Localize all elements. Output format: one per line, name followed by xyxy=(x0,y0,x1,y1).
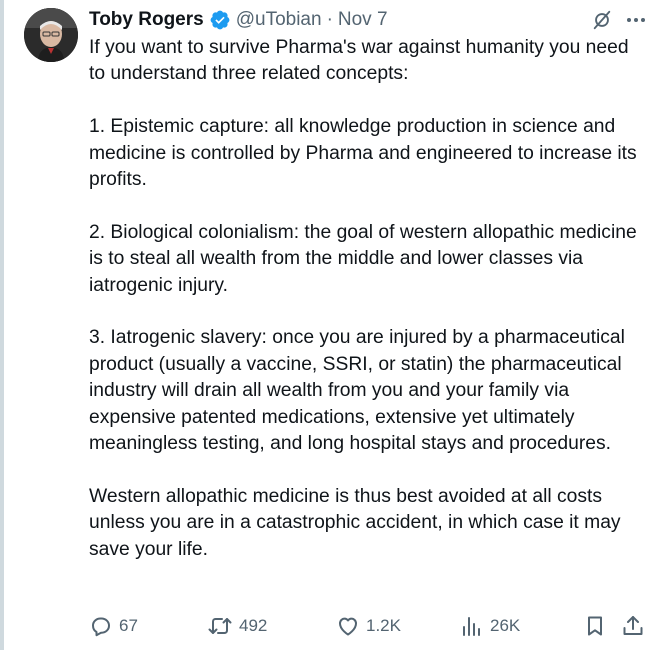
repost-icon xyxy=(208,618,232,634)
tweet-paragraph: 2. Biological colonialism: the goal of w… xyxy=(89,221,637,296)
tweet-date[interactable]: Nov 7 xyxy=(338,9,388,31)
repost-count: 492 xyxy=(239,616,268,635)
like-count: 1.2K xyxy=(366,616,401,635)
author-handle[interactable]: @uTobian xyxy=(236,9,322,31)
tweet-paragraph: Western allopathic medicine is thus best… xyxy=(89,485,621,560)
tweet-actions: 67 492 1.2K 26K xyxy=(89,612,649,640)
bookmark-button[interactable] xyxy=(583,612,607,640)
verified-badge-icon[interactable] xyxy=(209,9,231,31)
views-count: 26K xyxy=(490,616,521,635)
author-display-name[interactable]: Toby Rogers xyxy=(89,9,204,31)
thread-divider xyxy=(0,0,4,650)
tweet-paragraph: 1. Epistemic capture: all knowledge prod… xyxy=(89,116,637,191)
tweet-text: If you want to survive Pharma's war agai… xyxy=(89,35,644,563)
like-icon xyxy=(339,617,357,636)
tweet-header: Toby Rogers @uTobian · Nov 7 xyxy=(89,8,388,32)
reply-count: 67 xyxy=(119,616,138,635)
views-icon xyxy=(463,617,480,636)
reply-button[interactable]: 67 xyxy=(89,612,138,640)
bookmark-icon xyxy=(588,616,602,636)
grok-icon[interactable] xyxy=(590,8,614,32)
share-button[interactable] xyxy=(621,612,645,640)
views-button[interactable]: 26K xyxy=(460,612,520,640)
repost-button[interactable]: 492 xyxy=(207,612,267,640)
avatar-image xyxy=(24,8,78,62)
tweet-paragraph: If you want to survive Pharma's war agai… xyxy=(89,37,629,85)
reply-icon xyxy=(92,617,110,637)
like-button[interactable]: 1.2K xyxy=(336,612,401,640)
header-separator: · xyxy=(326,9,333,30)
tweet-paragraph: 3. Iatrogenic slavery: once you are inju… xyxy=(89,327,625,455)
share-icon xyxy=(623,616,643,635)
avatar[interactable] xyxy=(24,8,78,62)
more-options-icon[interactable] xyxy=(624,8,648,32)
